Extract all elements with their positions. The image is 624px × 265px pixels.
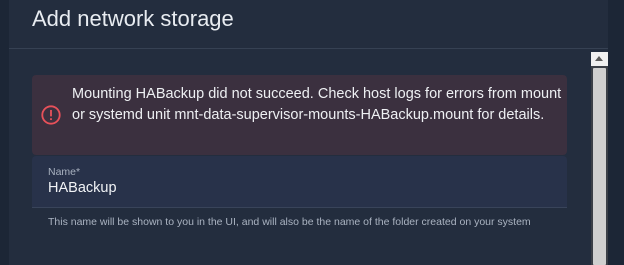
- dialog-title: Add network storage: [32, 6, 234, 31]
- scroll-up-button[interactable]: [591, 52, 608, 66]
- dialog-scrollbar[interactable]: [591, 52, 608, 265]
- scrollbar-thumb[interactable]: [593, 68, 606, 265]
- dialog-content: Mounting HABackup did not succeed. Check…: [9, 50, 591, 265]
- error-circle-icon: [41, 105, 61, 125]
- name-field-label: Name*: [48, 166, 81, 178]
- error-alert-message: Mounting HABackup did not succeed. Check…: [72, 86, 562, 123]
- name-field[interactable]: Name* HABackup: [32, 156, 567, 208]
- dialog-header: Add network storage: [9, 0, 608, 49]
- error-alert: Mounting HABackup did not succeed. Check…: [32, 75, 567, 155]
- name-field-value[interactable]: HABackup: [48, 180, 117, 196]
- add-network-storage-dialog: Add network storage Mounting HABackup di…: [9, 0, 608, 265]
- name-field-helper-text: This name will be shown to you in the UI…: [48, 216, 531, 228]
- scroll-up-arrow-icon: [595, 56, 603, 61]
